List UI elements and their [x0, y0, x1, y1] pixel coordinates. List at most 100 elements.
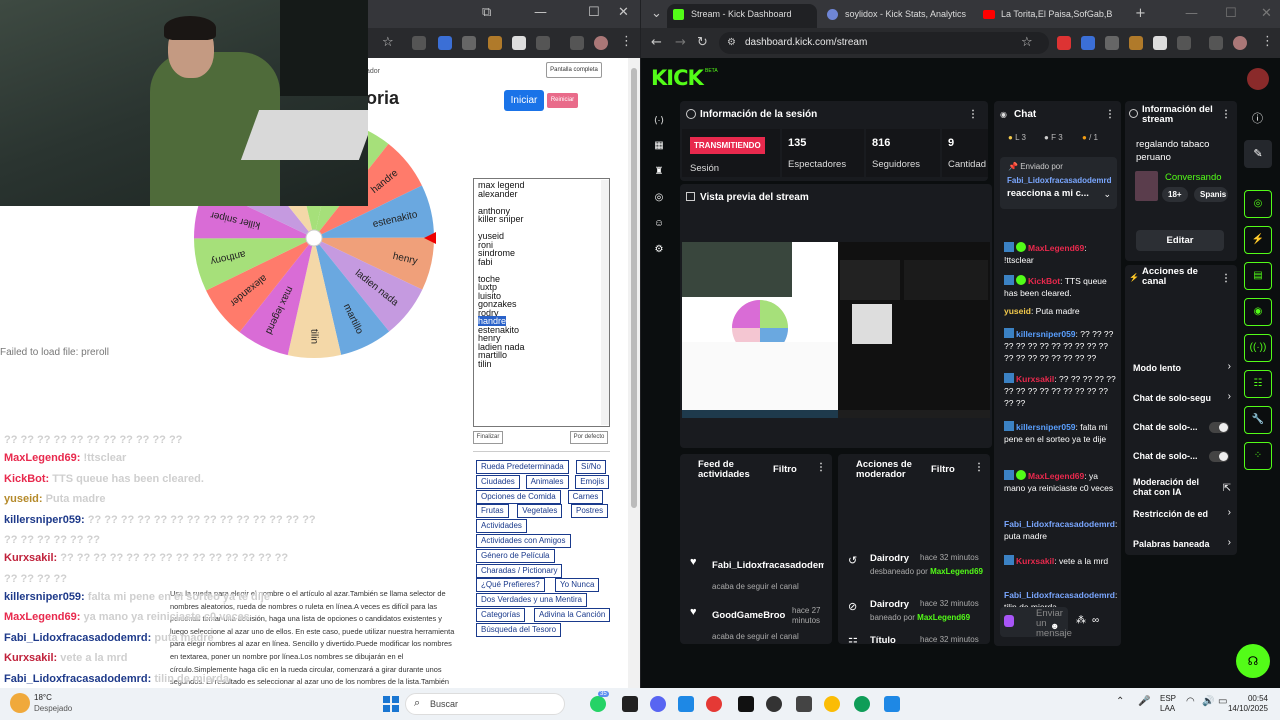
preset-button[interactable]: Actividades — [476, 519, 527, 534]
support-button[interactable]: ☊ — [1236, 644, 1270, 678]
emoji-icon[interactable]: ☻ — [1050, 621, 1059, 631]
tab-kick-stats[interactable]: soylidox - Kick Stats, Analytics — [821, 4, 971, 28]
app-icon[interactable] — [738, 696, 754, 712]
maximize-icon[interactable]: ☐ — [588, 6, 600, 20]
preset-button[interactable]: Charadas / Pictionary — [476, 563, 563, 578]
info-icon[interactable]: ⓘ — [1252, 110, 1263, 126]
fullscreen-button[interactable]: Pantalla completa — [546, 62, 602, 78]
chevron-up-icon[interactable]: ⌃ — [1116, 696, 1124, 707]
notes-icon[interactable]: ▤ — [1244, 262, 1272, 290]
more-options-icon[interactable]: ⋮ — [816, 462, 826, 473]
back-icon[interactable]: ← — [651, 36, 662, 50]
taskbar-search[interactable]: ⌕ Buscar — [405, 693, 565, 715]
users-icon[interactable]: ☺ — [653, 218, 665, 230]
forward-icon[interactable]: → — [675, 36, 686, 50]
textarea-scrollbar[interactable] — [601, 180, 609, 425]
chat-input[interactable]: Enviar un mensaje ☻ — [1000, 607, 1072, 639]
mic-icon[interactable]: 🎤 — [1138, 696, 1150, 707]
preset-button[interactable]: Vegetales — [517, 504, 563, 519]
mod-action-user[interactable]: Dairodry — [870, 553, 909, 564]
tab-youtube[interactable]: La Torita,El Paisa,SofGab,B — [977, 4, 1127, 28]
category-thumbnail[interactable] — [1135, 171, 1158, 201]
chevron-right-icon[interactable]: › — [1228, 391, 1231, 402]
window-switch-icon[interactable]: ⧉ — [482, 6, 491, 20]
edit-icon[interactable]: ✎ — [1244, 140, 1272, 168]
trophy-icon[interactable]: ♜ — [653, 166, 665, 178]
chat-message[interactable]: MaxLegend69: !ttsclear — [1004, 242, 1116, 266]
chat-message[interactable]: killersniper059: falta mi pene en el sor… — [1004, 421, 1116, 445]
site-info-icon[interactable]: ⚙ — [727, 36, 736, 50]
preset-button[interactable]: Género de Película — [476, 548, 555, 563]
clock[interactable]: 00:54 14/10/2025 — [1222, 694, 1268, 714]
chrome-icon[interactable] — [824, 696, 840, 712]
more-options-icon[interactable]: ⋮ — [1221, 109, 1231, 120]
capcut-icon[interactable] — [796, 696, 812, 712]
mod-filter-button[interactable]: Filtro — [931, 464, 955, 475]
extension-icon[interactable] — [462, 36, 476, 50]
activity-filter-button[interactable]: Filtro — [773, 464, 797, 475]
pinned-message[interactable]: 📌 Enviado por Fabi_Lidoxfracasadodemrd r… — [1000, 157, 1117, 209]
chevron-right-icon[interactable]: › — [1228, 361, 1231, 372]
activity-user[interactable]: GoodGameBroo — [712, 610, 788, 621]
kick-logo[interactable]: KICK — [651, 66, 704, 90]
preset-button[interactable]: Opciones de Comida — [476, 489, 561, 504]
mod-action-user[interactable]: Dairodry — [870, 599, 909, 610]
preset-button[interactable]: Carnes — [567, 489, 604, 504]
channel-action[interactable]: Chat de solo-segu — [1133, 393, 1217, 403]
more-options-icon[interactable]: ⋮ — [1105, 109, 1115, 120]
start-button[interactable]: Iniciar — [504, 90, 544, 111]
reload-icon[interactable]: ↻ — [697, 36, 708, 50]
preset-button[interactable]: Frutas — [476, 504, 509, 519]
toggle-switch[interactable] — [1209, 422, 1229, 433]
analytics-icon[interactable]: ⁘ — [1244, 442, 1272, 470]
tag-18[interactable]: 18+ — [1162, 187, 1188, 202]
settings-icon[interactable]: ⚙ — [653, 244, 665, 256]
discord-icon[interactable] — [650, 696, 666, 712]
page-scrollbar[interactable] — [628, 58, 640, 688]
app-icon[interactable] — [678, 696, 694, 712]
chevron-down-icon[interactable]: ⌄ — [1103, 189, 1111, 200]
chat-message[interactable]: Kurxsakil: ?? ?? ?? ?? ?? ?? ?? ?? ?? ??… — [1004, 373, 1116, 409]
extension-icon[interactable] — [488, 36, 502, 50]
profile-avatar[interactable] — [594, 36, 608, 50]
preset-button[interactable]: Animales — [525, 474, 569, 489]
bookmark-star-icon[interactable]: ☆ — [1021, 36, 1033, 50]
broadcast-icon[interactable]: ((·)) — [1244, 334, 1272, 362]
language-indicator[interactable]: ESP LAA — [1160, 694, 1176, 714]
chevron-right-icon[interactable]: › — [1228, 537, 1231, 548]
lightning-icon[interactable]: ⚡ — [1244, 226, 1272, 254]
extension-icon[interactable] — [1105, 36, 1119, 50]
tab-list-icon[interactable]: ⌄ — [651, 7, 662, 21]
extension-icon[interactable] — [1153, 36, 1167, 50]
edge-icon[interactable] — [854, 696, 870, 712]
puzzle-icon[interactable] — [1177, 36, 1191, 50]
profile-avatar[interactable] — [1233, 36, 1247, 50]
dashboard-icon[interactable]: ▦ — [653, 140, 665, 152]
mod-action-user[interactable]: Título — [870, 635, 896, 644]
preset-button[interactable]: Yo Nunca — [555, 578, 600, 593]
preset-button[interactable]: ¿Qué Prefieres? — [476, 578, 545, 593]
external-link-icon[interactable]: ⇱ — [1223, 483, 1231, 494]
capture-icon[interactable]: ◎ — [653, 192, 665, 204]
preset-button[interactable]: Categorías — [476, 608, 526, 622]
weather-icon[interactable] — [10, 693, 30, 713]
names-textarea[interactable]: max legend alexander anthony killer sniper y… — [473, 178, 610, 427]
preset-button[interactable]: Sí/No — [576, 460, 607, 474]
chat-message[interactable]: Fabi_Lidoxfracasadodemrd: puta madre — [1004, 518, 1117, 542]
preset-button[interactable]: Actividades con Amigos — [476, 534, 571, 548]
opera-icon[interactable] — [706, 696, 722, 712]
extension-icon[interactable] — [512, 36, 526, 50]
extension-icon[interactable] — [438, 36, 452, 50]
channel-action[interactable]: Chat de solo-... — [1133, 451, 1217, 461]
channel-action[interactable]: Modo lento — [1133, 363, 1217, 373]
tag-language[interactable]: Spanis — [1194, 187, 1228, 202]
address-bar[interactable]: ⚙ dashboard.kick.com/stream ☆ — [719, 32, 1049, 54]
media-icon[interactable] — [1209, 36, 1223, 50]
channel-action[interactable]: Restricción de ed — [1133, 509, 1217, 519]
category-name[interactable]: Conversando — [1165, 172, 1222, 183]
toggle-switch[interactable] — [1209, 451, 1229, 462]
app-icon[interactable] — [622, 696, 638, 712]
mic-icon[interactable] — [1004, 615, 1014, 627]
extension-icon[interactable] — [1081, 36, 1095, 50]
chevron-right-icon[interactable]: › — [1228, 507, 1231, 518]
